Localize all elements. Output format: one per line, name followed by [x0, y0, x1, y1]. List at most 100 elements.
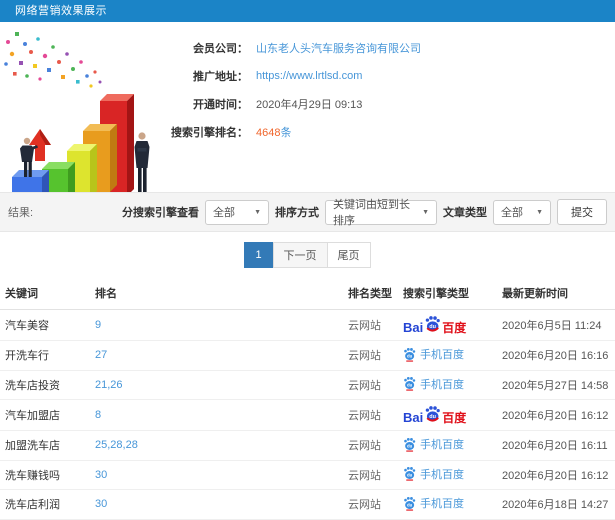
- engine-cell: du 手机百度: [398, 430, 497, 461]
- open-time-value: 2020年4月29日 09:13: [256, 99, 363, 111]
- keyword-cell: 加盟洗车店: [0, 430, 90, 461]
- keyword-cell: 汽车美容: [0, 309, 90, 341]
- rank-link[interactable]: 30: [90, 460, 343, 490]
- svg-text:du: du: [430, 414, 437, 420]
- table-row: 洗车店利润 30 云网站 du 手机百度 2020年6月18日 14:27: [0, 489, 615, 520]
- table-row: 加盟洗车店 25,28,28 云网站 du 手机百度 2020年6月20日 16:11: [0, 430, 615, 461]
- filter-bar: 结果: 分搜索引擎查看 全部 ▼ 排序方式 关键词由短到长排序 ▼ 文章类型 全…: [0, 192, 615, 232]
- baidu-paw-icon: du: [425, 406, 441, 422]
- ranking-table: 关键词 排名 排名类型 搜索引擎类型 最新更新时间 汽车美容 9 云网站 Bai du 百…: [0, 277, 615, 520]
- sort-filter-label: 排序方式: [275, 207, 319, 219]
- update-time-cell: 2020年6月18日 14:27: [497, 489, 615, 520]
- header-keyword: 关键词: [0, 277, 90, 310]
- header-rank: 排名: [90, 277, 343, 310]
- result-label: 结果:: [8, 207, 34, 219]
- rank-link[interactable]: 30: [90, 489, 343, 520]
- update-time-cell: 2020年5月27日 14:58: [497, 370, 615, 400]
- promo-url-row: 推广地址： https://www.lrtlsd.com: [170, 62, 590, 90]
- table-header-row: 关键词 排名 排名类型 搜索引擎类型 最新更新时间: [0, 277, 615, 310]
- svg-text:du: du: [407, 382, 413, 387]
- rank-link[interactable]: 27: [90, 340, 343, 371]
- keyword-cell: 洗车店投资: [0, 370, 90, 400]
- open-time-label: 开通时间：: [193, 99, 248, 111]
- rank-link[interactable]: 25,28,28: [90, 430, 343, 461]
- update-time-cell: 2020年6月20日 16:12: [497, 399, 615, 431]
- header-rank-type: 排名类型: [343, 277, 398, 310]
- baidu-paw-icon: du: [404, 376, 416, 391]
- engine-rank-count: 4648: [256, 127, 281, 139]
- chevron-down-icon: ▼: [254, 208, 261, 216]
- confetti-dots: [4, 32, 102, 88]
- engine-cell: du 手机百度: [398, 489, 497, 520]
- rank-type-cell: 云网站: [343, 370, 398, 400]
- table-row: 汽车美容 9 云网站 Bai du 百度 2020年6月5日 11:24: [0, 309, 615, 341]
- header-engine-type: 搜索引擎类型: [398, 277, 497, 310]
- baidu-logo: Bai du 百度: [403, 315, 466, 334]
- rank-type-cell: 云网站: [343, 309, 398, 341]
- article-type-label: 文章类型: [443, 207, 487, 219]
- keyword-cell: 开洗车行: [0, 340, 90, 371]
- engine-cell: du 手机百度: [398, 340, 497, 371]
- table-body: 汽车美容 9 云网站 Bai du 百度 2020年6月5日 11:24 开洗车行 27 云网站 d…: [0, 309, 615, 520]
- mobile-baidu-logo: du 手机百度: [403, 346, 464, 362]
- update-time-cell: 2020年6月20日 16:11: [497, 430, 615, 461]
- promo-url-label: 推广地址：: [193, 71, 248, 83]
- member-info: 会员公司： 山东老人头汽车服务咨询有限公司 推广地址： https://www.…: [170, 34, 590, 146]
- article-type-select[interactable]: 全部 ▼: [493, 199, 551, 225]
- engine-rank-row: 搜索引擎排名： 4648条: [170, 118, 590, 146]
- keyword-cell: 洗车赚钱吗: [0, 460, 90, 490]
- page-title: 网络营销效果展示: [15, 5, 107, 17]
- baidu-paw-icon: du: [404, 437, 416, 452]
- baidu-paw-icon: du: [425, 316, 441, 332]
- table-row: 洗车店投资 21,26 云网站 du 手机百度 2020年5月27日 14:58: [0, 370, 615, 400]
- page-1-button[interactable]: 1: [243, 242, 274, 268]
- promo-url-link[interactable]: https://www.lrtlsd.com: [256, 70, 362, 82]
- mobile-baidu-logo: du 手机百度: [403, 495, 464, 511]
- table-row: 洗车赚钱吗 30 云网站 du 手机百度 2020年6月20日 16:12: [0, 460, 615, 490]
- engine-cell: du 手机百度: [398, 460, 497, 490]
- header-update-time: 最新更新时间: [497, 277, 615, 310]
- engine-cell: Baidu百度: [398, 309, 497, 341]
- rank-type-cell: 云网站: [343, 340, 398, 371]
- last-page-button[interactable]: 尾页: [326, 242, 371, 268]
- rank-type-cell: 云网站: [343, 399, 398, 431]
- engine-cell: du 手机百度: [398, 370, 497, 400]
- rank-link[interactable]: 9: [90, 309, 343, 341]
- engine-rank-unit: 条: [280, 127, 292, 139]
- rank-link[interactable]: 21,26: [90, 370, 343, 400]
- growth-bar-chart-illustration: [0, 24, 160, 202]
- chevron-down-icon: ▼: [536, 208, 543, 216]
- rank-type-cell: 云网站: [343, 460, 398, 490]
- rank-link[interactable]: 8: [90, 399, 343, 431]
- page-title-bar: 网络营销效果展示: [0, 0, 615, 22]
- keyword-cell: 汽车加盟店: [0, 399, 90, 431]
- update-time-cell: 2020年6月20日 16:16: [497, 340, 615, 371]
- svg-text:du: du: [407, 502, 413, 507]
- open-time-row: 开通时间： 2020年4月29日 09:13: [170, 90, 590, 118]
- svg-text:du: du: [407, 353, 413, 358]
- info-section: 会员公司： 山东老人头汽车服务咨询有限公司 推广地址： https://www.…: [0, 22, 615, 202]
- next-page-button[interactable]: 下一页: [272, 242, 328, 268]
- svg-text:du: du: [430, 324, 437, 330]
- update-time-cell: 2020年6月5日 11:24: [497, 309, 615, 341]
- pagination: 1 下一页 尾页: [0, 242, 615, 268]
- baidu-paw-icon: du: [404, 347, 416, 362]
- svg-text:du: du: [407, 443, 413, 448]
- mobile-baidu-logo: du 手机百度: [403, 466, 464, 482]
- submit-button[interactable]: 提交: [557, 199, 607, 225]
- engine-filter-select[interactable]: 全部 ▼: [205, 199, 269, 225]
- member-company-row: 会员公司： 山东老人头汽车服务咨询有限公司: [170, 34, 590, 62]
- table-row: 开洗车行 27 云网站 du 手机百度 2020年6月20日 16:16: [0, 340, 615, 371]
- businessman-right: [134, 132, 150, 194]
- baidu-paw-icon: du: [404, 466, 416, 481]
- engine-cell: Baidu百度: [398, 399, 497, 431]
- member-company-label: 会员公司：: [193, 43, 248, 55]
- engine-filter-label: 分搜索引擎查看: [122, 207, 199, 219]
- baidu-paw-icon: du: [404, 496, 416, 511]
- chevron-down-icon: ▼: [422, 208, 429, 216]
- table-row: 汽车加盟店 8 云网站 Bai du 百度 2020年6月20日 16:12: [0, 399, 615, 431]
- engine-rank-label: 搜索引擎排名：: [171, 127, 248, 139]
- sort-filter-select[interactable]: 关键词由短到长排序 ▼: [325, 199, 437, 227]
- mobile-baidu-logo: du 手机百度: [403, 436, 464, 452]
- member-company-link[interactable]: 山东老人头汽车服务咨询有限公司: [256, 40, 421, 56]
